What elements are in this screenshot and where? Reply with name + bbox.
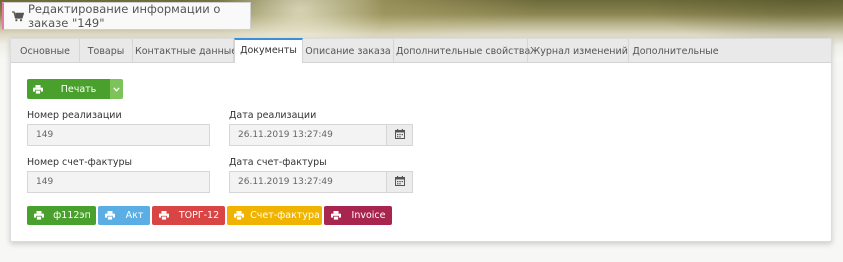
tab-bar: Основные Товары Контактные данные Докуме… xyxy=(11,38,831,63)
print-invoice-ru-button[interactable]: Счет-фактура xyxy=(227,206,322,225)
print-torg12-button[interactable]: ТОРГ-12 xyxy=(152,206,225,225)
realization-number-field[interactable]: 149 xyxy=(27,124,210,146)
tab-documents[interactable]: Документы xyxy=(234,38,303,63)
printer-icon xyxy=(105,211,115,220)
tab-goods[interactable]: Товары xyxy=(80,39,133,63)
print-invoice-ru-label: Счет-фактура xyxy=(250,210,320,221)
print-f112ep-label: ф112эп xyxy=(53,210,91,221)
calendar-icon xyxy=(394,175,405,189)
printer-icon xyxy=(33,84,43,94)
invoice-number-label: Номер счет-фактуры xyxy=(27,157,133,168)
invoice-date-picker[interactable] xyxy=(387,171,413,193)
print-invoice-button[interactable]: Invoice xyxy=(324,206,392,225)
print-invoice-label: Invoice xyxy=(351,210,386,221)
tab-extra-properties[interactable]: Дополнительные свойства xyxy=(394,39,530,63)
order-panel: Основные Товары Контактные данные Докуме… xyxy=(10,38,832,242)
print-button-label: Печать xyxy=(60,83,97,95)
realization-number-label: Номер реализации xyxy=(27,110,122,121)
invoice-number-field[interactable]: 149 xyxy=(27,171,210,193)
calendar-icon xyxy=(394,128,405,142)
invoice-date-label: Дата счет-фактуры xyxy=(229,157,327,168)
print-dropdown-toggle[interactable] xyxy=(110,79,123,99)
tab-contacts[interactable]: Контактные данные xyxy=(133,39,237,63)
printer-icon xyxy=(234,211,244,220)
tab-main[interactable]: Основные xyxy=(11,39,80,63)
realization-date-label: Дата реализации xyxy=(229,110,317,121)
printer-icon xyxy=(331,211,341,220)
tab-change-log[interactable]: Журнал изменений xyxy=(528,39,629,63)
print-button[interactable]: Печать xyxy=(27,79,110,99)
print-act-label: Акт xyxy=(125,210,144,221)
print-torg12-label: ТОРГ-12 xyxy=(178,210,220,221)
page-title-box: Редактирование информации о заказе "149" xyxy=(2,2,251,30)
print-f112ep-button[interactable]: ф112эп xyxy=(27,206,96,225)
printer-icon xyxy=(159,211,169,220)
tab-additional[interactable]: Дополнительные xyxy=(629,39,722,63)
realization-date-field[interactable]: 26.11.2019 13:27:49 xyxy=(229,124,387,146)
page-title: Редактирование информации о заказе "149" xyxy=(28,2,221,30)
shopping-cart-icon xyxy=(12,10,24,22)
tab-description[interactable]: Описание заказа xyxy=(303,39,394,63)
printer-icon xyxy=(34,211,44,220)
invoice-date-field[interactable]: 26.11.2019 13:27:49 xyxy=(229,171,387,193)
print-act-button[interactable]: Акт xyxy=(98,206,150,225)
realization-date-picker[interactable] xyxy=(387,124,413,146)
chevron-down-icon xyxy=(113,86,120,92)
